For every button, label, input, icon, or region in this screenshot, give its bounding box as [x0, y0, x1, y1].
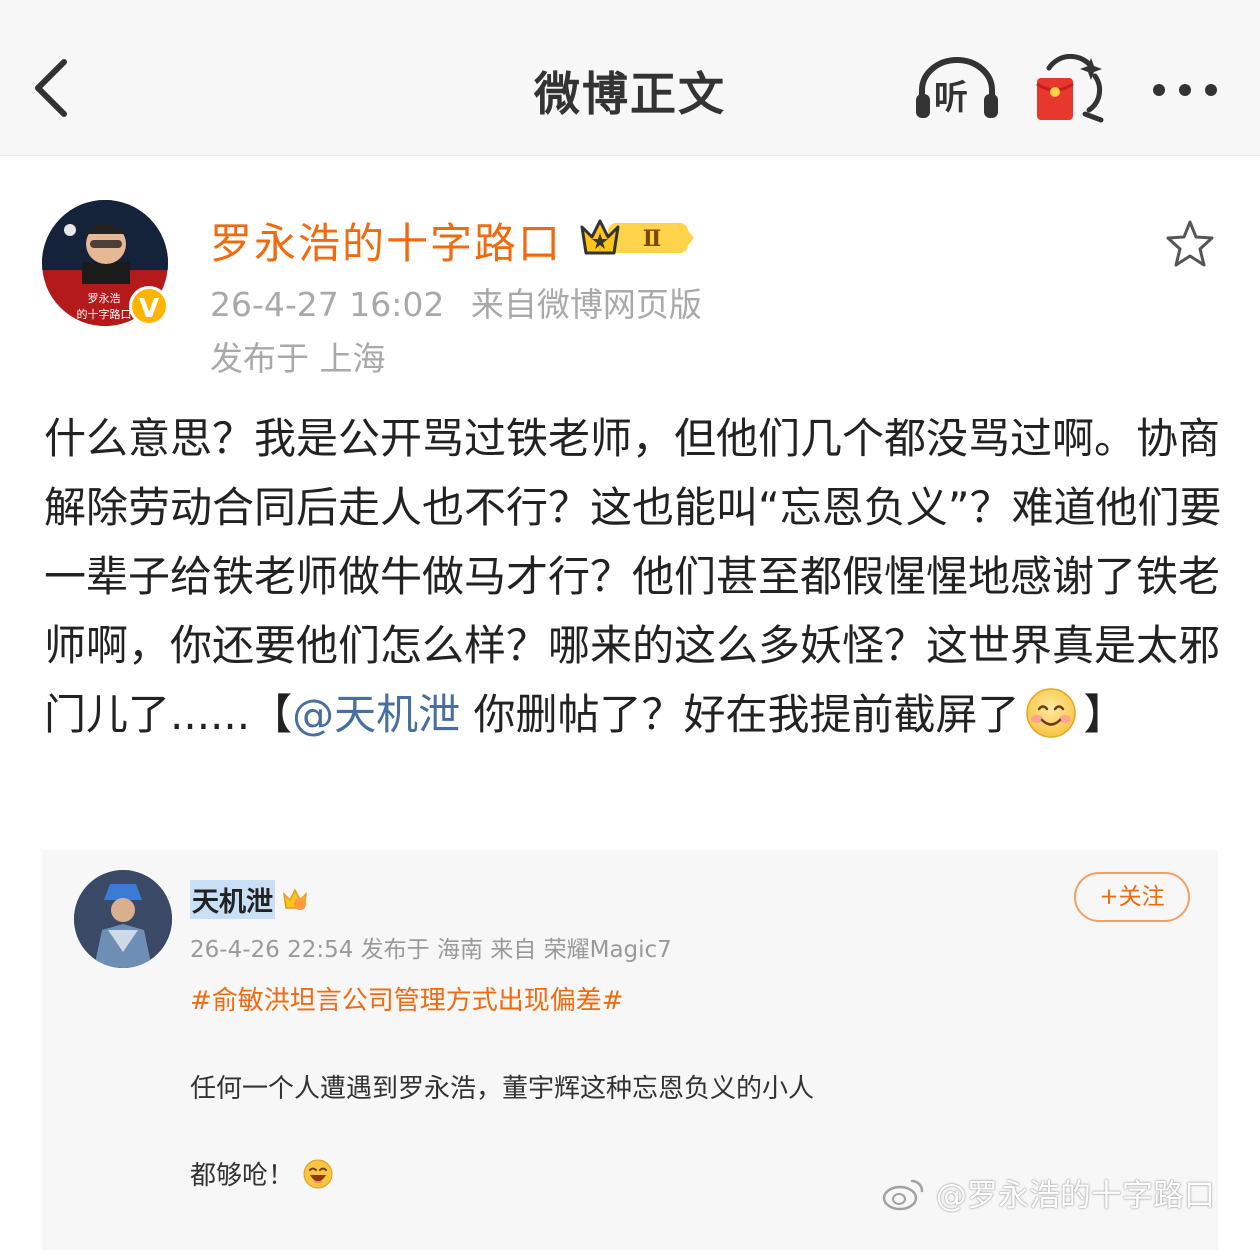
quoted-author-avatar[interactable]: [74, 870, 172, 968]
red-envelope-icon: [1036, 53, 1104, 123]
post-time: 26-4-27 16:02: [210, 285, 445, 324]
more-button[interactable]: [1150, 70, 1220, 110]
post-text-after-mention: 你删帖了？好在我提前截屏了: [460, 690, 1020, 739]
listen-label: 听: [934, 78, 968, 118]
star-icon: [1166, 220, 1214, 267]
top-bar: 微博正文 听: [0, 0, 1260, 156]
avatar-caption-1: 罗永浩: [88, 291, 121, 305]
post-location: 发布于 上海: [210, 339, 386, 378]
post-source: 来自微博网页版: [470, 285, 702, 324]
favorite-button[interactable]: [1164, 218, 1216, 270]
member-crown-badge: Ⅱ: [578, 215, 696, 263]
quoted-author-name[interactable]: 天机泄: [190, 880, 275, 919]
post-meta: 26-4-27 16:02 来自微博网页版: [210, 278, 702, 326]
quoted-text-line2-content: 都够呛！: [190, 1161, 295, 1191]
quoted-meta: 26-4-26 22:54 发布于 海南 来自 荣耀Magic7: [190, 937, 672, 963]
post-text-end: 】: [1083, 690, 1126, 739]
verified-badge: V: [129, 286, 169, 326]
quoted-text-line1: 任何一个人遭遇到罗永浩，董宇辉这种忘恩负义的小人: [190, 1074, 815, 1104]
watermark-text: @罗永浩的十字路口: [935, 1178, 1215, 1214]
avatar-caption-2: 的十字路口: [77, 307, 132, 321]
laugh-emoji-icon: [302, 1158, 334, 1190]
mention-link[interactable]: @天机泄: [292, 690, 460, 739]
follow-button[interactable]: +关注: [1074, 872, 1190, 922]
more-dots-icon: [1153, 84, 1217, 96]
weibo-watermark: @罗永浩的十字路口: [882, 1170, 1215, 1215]
quoted-member-badge: [282, 886, 308, 916]
author-name[interactable]: 罗永浩的十字路口: [210, 210, 562, 271]
red-envelope-button[interactable]: [1033, 53, 1109, 124]
quoted-avatar-image: [74, 870, 172, 968]
listen-button[interactable]: 听: [914, 56, 1000, 122]
quoted-text-line2: 都够呛！: [190, 1155, 334, 1192]
post-body: 什么意思？我是公开骂过铁老师，但他们几个都没骂过啊。协商解除劳动合同后走人也不行…: [44, 404, 1224, 749]
smile-emoji-icon: [1025, 687, 1077, 739]
weibo-logo-icon: [882, 1179, 924, 1211]
member-level: Ⅱ: [643, 226, 662, 252]
quoted-topic-tag[interactable]: #俞敏洪坦言公司管理方式出现偏差#: [190, 980, 624, 1017]
